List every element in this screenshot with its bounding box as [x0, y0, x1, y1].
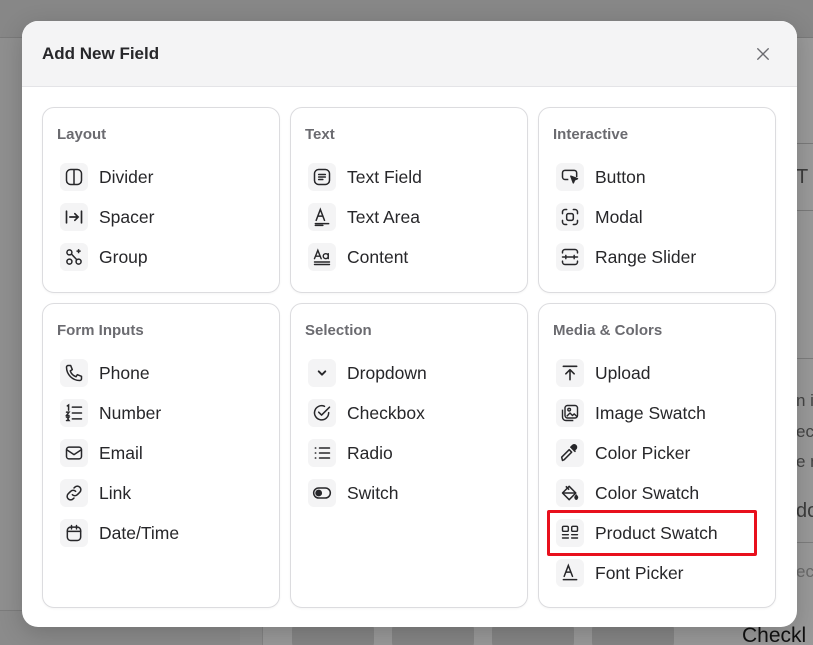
field-option-label: Switch — [347, 482, 399, 503]
field-option-label: Phone — [99, 362, 150, 383]
field-option-label: Image Swatch — [595, 402, 706, 423]
link-icon — [60, 479, 88, 507]
paint-bucket-icon — [556, 479, 584, 507]
background-text-fragment: n i — [796, 391, 813, 410]
field-option-label: Color Picker — [595, 442, 691, 463]
field-option-text-area[interactable]: Text Area — [308, 197, 513, 237]
divider-icon — [60, 163, 88, 191]
field-option-label: Divider — [99, 166, 154, 187]
field-option-email[interactable]: Email — [60, 433, 265, 473]
field-option-label: Text Field — [347, 166, 422, 187]
background-text-fragment: ec — [796, 422, 813, 441]
field-option-label: Product Swatch — [595, 522, 718, 543]
image-swatch-icon — [556, 399, 584, 427]
field-option-label: Font Picker — [595, 562, 684, 583]
category-card-interactive: Interactive Button Modal Range Slider — [538, 107, 776, 293]
field-option-button[interactable]: Button — [556, 157, 761, 197]
toggle-icon — [308, 479, 336, 507]
field-option-label: Radio — [347, 442, 393, 463]
background-text-fragment: T — [796, 166, 809, 188]
field-option-label: Spacer — [99, 206, 155, 227]
field-option-radio[interactable]: Radio — [308, 433, 513, 473]
field-option-group[interactable]: Group — [60, 237, 265, 277]
field-option-content[interactable]: Content — [308, 237, 513, 277]
field-option-range-slider[interactable]: Range Slider — [556, 237, 761, 277]
field-option-label: Date/Time — [99, 522, 180, 543]
add-field-modal: Add New Field Layout Divider Spacer Grou… — [22, 21, 797, 627]
field-option-label: Text Area — [347, 206, 420, 227]
category-title: Media & Colors — [553, 322, 663, 339]
spacer-icon — [60, 203, 88, 231]
field-category-grid: Layout Divider Spacer Group Text Text Fi… — [42, 107, 776, 608]
close-button[interactable] — [751, 42, 775, 66]
group-icon — [60, 243, 88, 271]
upload-icon — [556, 359, 584, 387]
field-option-label: Link — [99, 482, 132, 503]
close-icon — [757, 47, 769, 60]
field-option-dropdown[interactable]: Dropdown — [308, 353, 513, 393]
phone-icon — [60, 359, 88, 387]
field-option-label: Range Slider — [595, 246, 697, 267]
category-card-selection: Selection Dropdown Checkbox Radio Switch — [290, 303, 528, 608]
category-card-layout: Layout Divider Spacer Group — [42, 107, 280, 293]
category-card-form-inputs: Form Inputs Phone Number Email Link Date… — [42, 303, 280, 608]
background-text-fragment: do — [796, 500, 813, 522]
range-slider-icon — [556, 243, 584, 271]
content-icon — [308, 243, 336, 271]
field-option-label: Checkbox — [347, 402, 425, 423]
eyedropper-icon — [556, 439, 584, 467]
field-option-phone[interactable]: Phone — [60, 353, 265, 393]
field-option-label: Content — [347, 246, 409, 267]
background-text-fragment: e n — [796, 452, 813, 471]
field-option-number[interactable]: Number — [60, 393, 265, 433]
numbered-list-icon — [60, 399, 88, 427]
field-option-color-picker[interactable]: Color Picker — [556, 433, 761, 473]
field-option-upload[interactable]: Upload — [556, 353, 761, 393]
field-option-product-swatch[interactable]: Product Swatch — [547, 510, 761, 556]
field-option-label: Button — [595, 166, 646, 187]
category-title: Selection — [305, 322, 372, 339]
field-option-label: Dropdown — [347, 362, 427, 383]
field-option-label: Color Swatch — [595, 482, 700, 503]
category-title: Interactive — [553, 126, 629, 143]
background-text-fragment: Checkl — [742, 624, 807, 645]
field-option-spacer[interactable]: Spacer — [60, 197, 265, 237]
field-option-font-picker[interactable]: Font Picker — [556, 553, 761, 593]
field-option-checkbox[interactable]: Checkbox — [308, 393, 513, 433]
field-option-text-field[interactable]: Text Field — [308, 157, 513, 197]
field-option-label: Group — [99, 246, 148, 267]
category-title: Text — [305, 126, 335, 143]
field-option-link[interactable]: Link — [60, 473, 265, 513]
category-card-text: Text Text Field Text Area Content — [290, 107, 528, 293]
button-cursor-icon — [556, 163, 584, 191]
product-swatch-icon — [556, 519, 584, 547]
list-icon — [308, 439, 336, 467]
field-option-color-swatch[interactable]: Color Swatch — [556, 473, 761, 513]
modal-header: Add New Field — [22, 21, 797, 87]
text-field-icon — [308, 163, 336, 191]
background-buttons — [292, 625, 674, 645]
field-option-label: Modal — [595, 206, 643, 227]
category-title: Form Inputs — [57, 322, 144, 339]
calendar-icon — [60, 519, 88, 547]
modal-title: Add New Field — [42, 43, 160, 63]
field-option-date-time[interactable]: Date/Time — [60, 513, 265, 553]
chevron-down-icon — [308, 359, 336, 387]
field-option-image-swatch[interactable]: Image Swatch — [556, 393, 761, 433]
text-area-icon — [308, 203, 336, 231]
field-option-modal[interactable]: Modal — [556, 197, 761, 237]
field-option-label: Number — [99, 402, 162, 423]
category-title: Layout — [57, 126, 107, 143]
category-card-media-colors: Media & Colors Upload Image Swatch Color… — [538, 303, 776, 608]
mail-icon — [60, 439, 88, 467]
modal-icon — [556, 203, 584, 231]
field-option-switch[interactable]: Switch — [308, 473, 513, 513]
check-circle-icon — [308, 399, 336, 427]
background-text-fragment: ect — [796, 562, 813, 581]
field-option-label: Upload — [595, 362, 651, 383]
field-option-divider[interactable]: Divider — [60, 157, 265, 197]
field-option-label: Email — [99, 442, 143, 463]
font-icon — [556, 559, 584, 587]
